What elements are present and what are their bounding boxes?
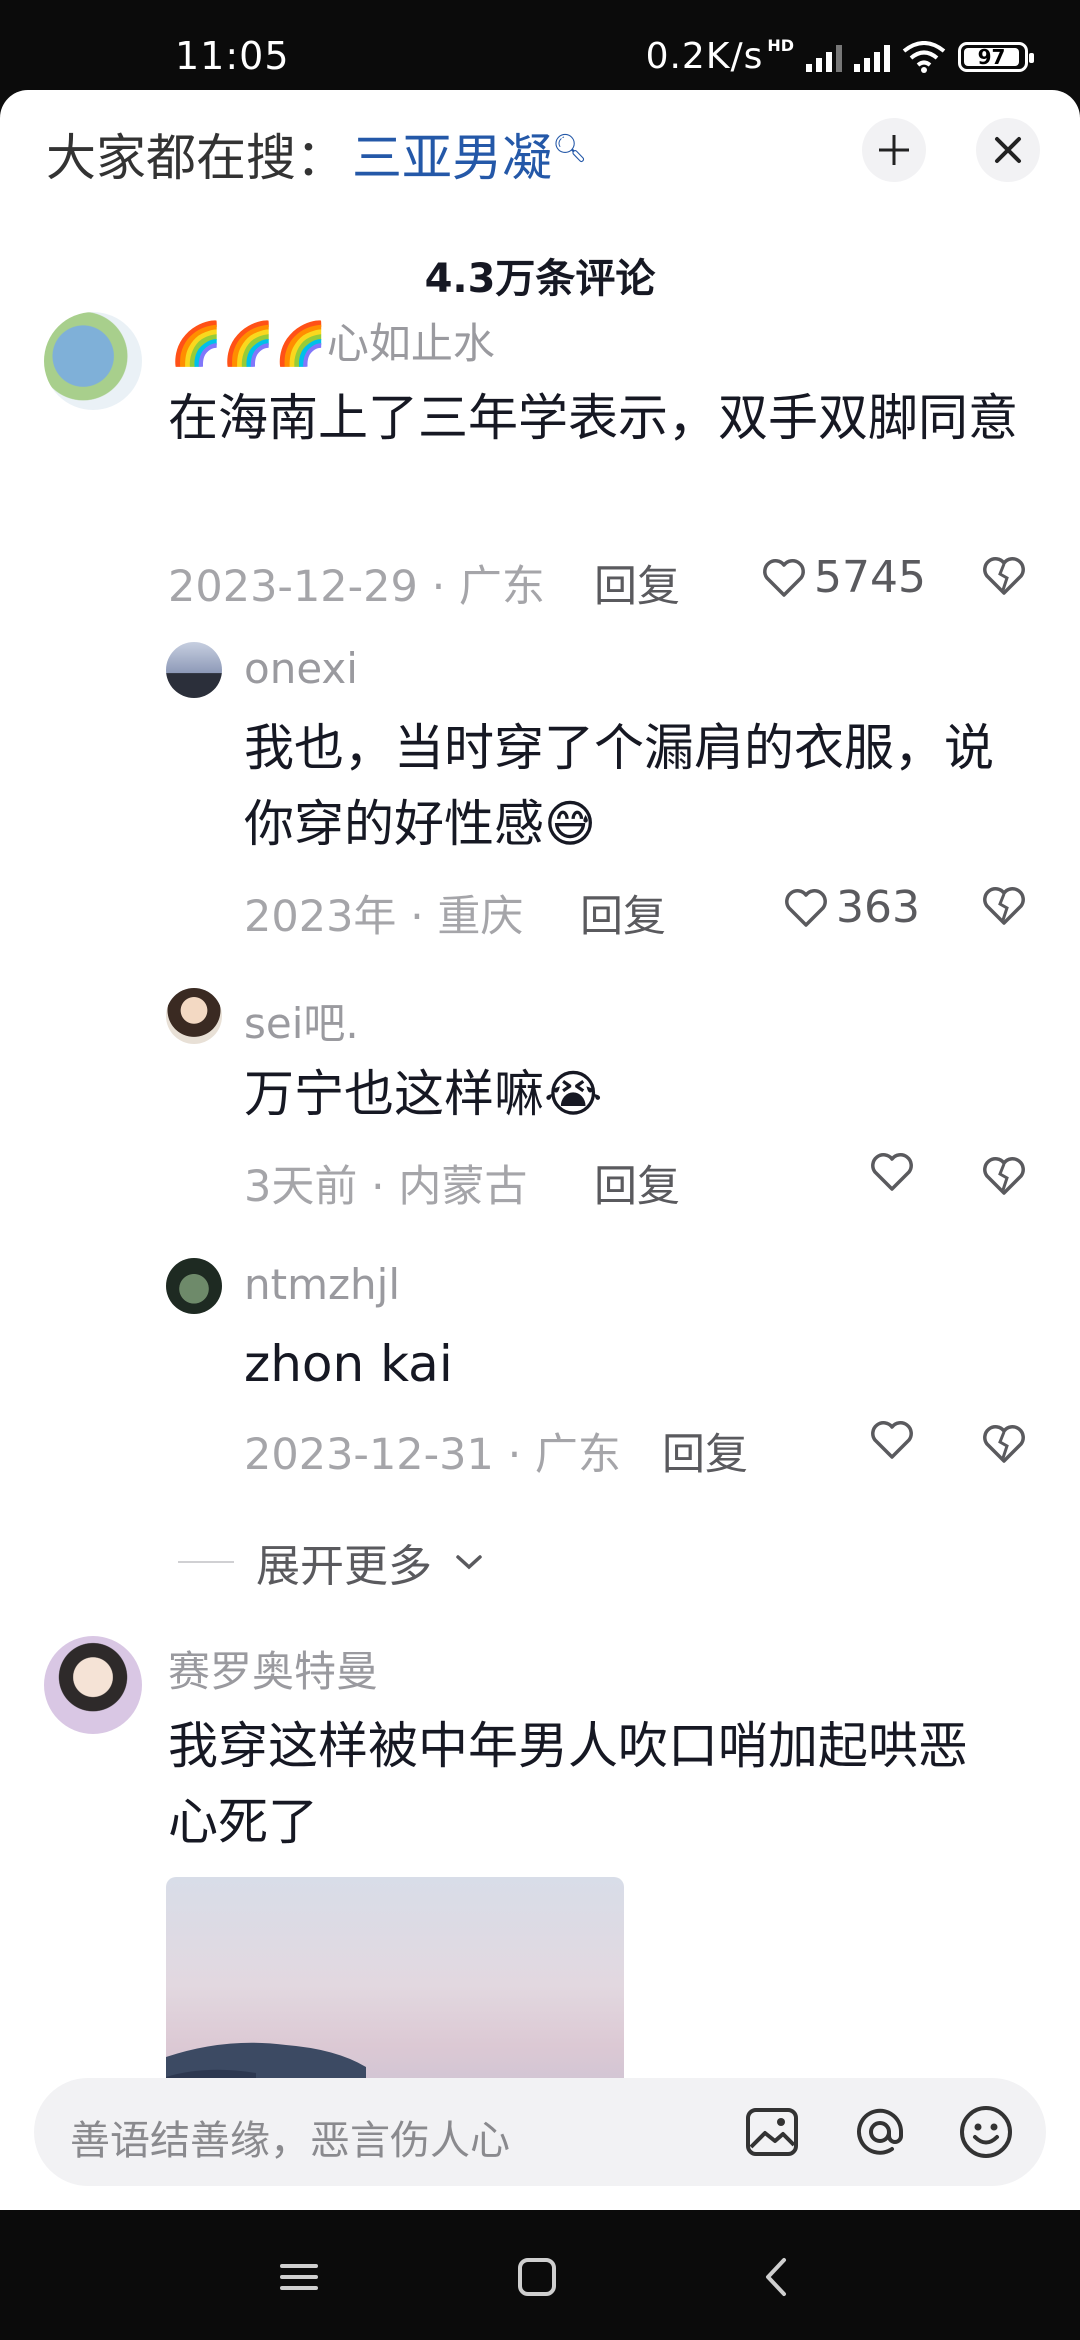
expand-more-label: 展开更多	[256, 1541, 432, 1592]
reply-button[interactable]: 回复	[662, 1420, 748, 1482]
wifi-icon	[902, 40, 946, 73]
dislike-button[interactable]	[982, 1424, 1026, 1464]
broken-heart-icon	[983, 1157, 1025, 1195]
broken-heart-icon	[983, 1425, 1025, 1463]
comment-text: 在海南上了三年学表示，双手双脚同意	[168, 389, 1018, 447]
dislike-button[interactable]	[982, 556, 1026, 596]
back-chevron-icon[interactable]	[752, 2252, 802, 2302]
reply-button[interactable]: 回复	[594, 1152, 680, 1214]
signal-icon	[806, 42, 842, 72]
comment-text: 万宁也这样嘛😭	[244, 1065, 603, 1123]
battery-icon: 97	[958, 41, 1034, 72]
mention-button[interactable]	[852, 2104, 908, 2160]
avatar[interactable]	[44, 312, 142, 410]
status-time: 11:05	[175, 34, 290, 78]
comment-meta: 3天前 · 内蒙古	[244, 1162, 528, 1212]
emoji-button[interactable]	[958, 2104, 1014, 2160]
comment-meta: 2023-12-31 · 广东	[244, 1430, 621, 1480]
reply-button[interactable]: 回复	[580, 882, 666, 944]
magnifier-icon: 🔍︎	[552, 131, 588, 165]
network-speed: 0.2K/s	[645, 36, 764, 77]
like-button[interactable]	[870, 1152, 922, 1192]
comment-username[interactable]: sei吧.	[244, 990, 359, 1051]
divider	[178, 1561, 234, 1563]
like-button[interactable]: 363	[784, 882, 920, 933]
avatar[interactable]	[166, 642, 222, 698]
search-keyword[interactable]: 三亚男凝	[352, 129, 552, 187]
search-hint[interactable]: 大家都在搜： 三亚男凝🔍︎	[46, 118, 588, 190]
heart-outline-icon	[763, 558, 805, 597]
collapse-icon	[879, 135, 909, 165]
like-button[interactable]: 5745	[762, 552, 926, 603]
battery-level: 97	[964, 47, 1019, 67]
dislike-button[interactable]	[982, 886, 1026, 926]
like-button[interactable]	[870, 1420, 922, 1460]
hd-badge: HD	[767, 36, 794, 55]
close-icon	[995, 137, 1021, 163]
reply-button[interactable]: 回复	[594, 552, 680, 614]
comment-username[interactable]: 赛罗奥特曼	[168, 1638, 378, 1699]
image-icon	[746, 2108, 798, 2156]
heart-outline-icon	[871, 1153, 913, 1191]
status-icons: 0.2K/s HD 97	[645, 36, 1034, 77]
chevron-down-icon	[456, 1555, 482, 1570]
comment-username[interactable]: 🌈🌈🌈心如止水	[170, 310, 495, 371]
system-nav-bar	[0, 2210, 1080, 2340]
comment-text: zhon kai	[244, 1335, 453, 1393]
heart-outline-icon	[785, 888, 827, 927]
at-icon	[857, 2108, 904, 2155]
comment-meta: 2023年 · 重庆	[244, 892, 524, 942]
avatar[interactable]	[44, 1636, 142, 1734]
comment-text: 我穿这样被中年男人吹口哨加起哄恶心死了	[168, 1717, 968, 1851]
avatar[interactable]	[166, 988, 222, 1044]
comment-count: 4.3万条评论	[424, 256, 656, 302]
smiley-icon	[960, 2106, 1012, 2158]
image-button[interactable]	[744, 2104, 800, 2160]
comment-input-bar[interactable]: 善语结善缘，恶言伤人心	[34, 2078, 1046, 2186]
menu-icon[interactable]	[274, 2252, 324, 2302]
search-hint-prefix: 大家都在搜：	[46, 129, 346, 187]
square-icon[interactable]	[512, 2252, 562, 2302]
status-bar: 11:05 0.2K/s HD 97	[0, 0, 1080, 90]
like-count: 363	[836, 882, 920, 933]
comment-input[interactable]: 善语结善缘，恶言伤人心	[70, 2108, 510, 2166]
close-button[interactable]	[976, 118, 1040, 182]
broken-heart-icon	[983, 557, 1025, 595]
expand-more-button[interactable]: 展开更多	[178, 1530, 484, 1594]
signal-icon-2	[854, 42, 890, 72]
comment-text: 我也，当时穿了个漏肩的衣服，说你穿的好性感😅	[244, 719, 994, 853]
dislike-button[interactable]	[982, 1156, 1026, 1196]
comment-username[interactable]: ntmzhjl	[244, 1260, 400, 1309]
comment-meta: 2023-12-29 · 广东	[168, 562, 545, 612]
broken-heart-icon	[983, 887, 1025, 925]
heart-outline-icon	[871, 1421, 913, 1459]
comment-sheet: 大家都在搜： 三亚男凝🔍︎ 4.3万条评论 🌈🌈🌈心如止水 在海南上了三年学表示，…	[0, 90, 1080, 2210]
like-count: 5745	[814, 552, 926, 603]
comment-username[interactable]: onexi	[244, 644, 358, 693]
collapse-button[interactable]	[862, 118, 926, 182]
avatar[interactable]	[166, 1258, 222, 1314]
